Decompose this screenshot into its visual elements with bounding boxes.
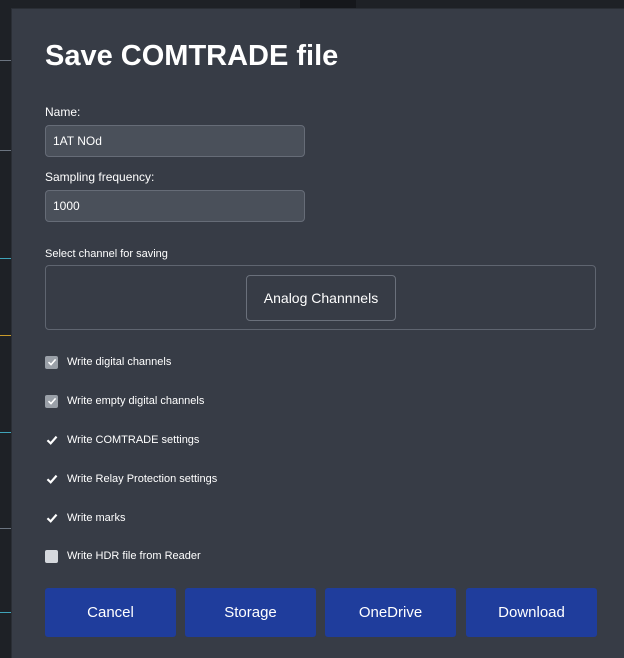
option-write-hdr-file[interactable]: Write HDR file from Reader	[45, 548, 201, 564]
cancel-button[interactable]: Cancel	[45, 588, 176, 637]
analog-channels-button[interactable]: Analog Channnels	[246, 275, 396, 321]
background-tab	[300, 0, 356, 8]
onedrive-button[interactable]: OneDrive	[325, 588, 456, 637]
background-grid-line	[0, 258, 11, 259]
channel-selection-box: Analog Channnels	[45, 265, 596, 330]
checkmark-icon	[45, 434, 58, 447]
checkmark-icon	[45, 355, 58, 369]
checkmark-icon	[45, 473, 58, 486]
download-button[interactable]: Download	[466, 588, 597, 637]
option-label: Write HDR file from Reader	[67, 550, 201, 562]
background-grid-line	[0, 612, 11, 613]
sampling-frequency-label: Sampling frequency:	[45, 170, 155, 184]
option-label: Write marks	[67, 512, 126, 524]
background-grid-line	[0, 60, 11, 61]
checkmark-icon	[45, 394, 58, 408]
dialog-title: Save COMTRADE file	[45, 40, 339, 72]
option-write-marks[interactable]: Write marks	[45, 510, 125, 526]
save-comtrade-dialog: Save COMTRADE file Name: Sampling freque…	[11, 8, 624, 658]
option-label: Write digital channels	[67, 356, 172, 368]
option-write-relay-protection-settings[interactable]: Write Relay Protection settings	[45, 471, 217, 487]
select-channel-label: Select channel for saving	[45, 248, 168, 260]
name-input[interactable]	[45, 125, 305, 157]
background-grid-line	[0, 528, 11, 529]
checkmark-icon	[45, 512, 58, 525]
option-label: Write empty digital channels	[67, 395, 205, 407]
background-grid-line	[0, 150, 11, 151]
option-label: Write COMTRADE settings	[67, 434, 200, 446]
sampling-frequency-input[interactable]	[45, 190, 305, 222]
background-grid-line	[0, 432, 11, 433]
empty-checkbox-icon	[45, 549, 58, 563]
option-write-empty-digital-channels[interactable]: Write empty digital channels	[45, 393, 204, 409]
name-label: Name:	[45, 105, 81, 119]
background-grid-line	[0, 335, 11, 336]
storage-button[interactable]: Storage	[185, 588, 316, 637]
app-background: Save COMTRADE file Name: Sampling freque…	[0, 0, 624, 658]
option-label: Write Relay Protection settings	[67, 473, 218, 485]
option-write-comtrade-settings[interactable]: Write COMTRADE settings	[45, 432, 199, 448]
option-write-digital-channels[interactable]: Write digital channels	[45, 354, 171, 370]
